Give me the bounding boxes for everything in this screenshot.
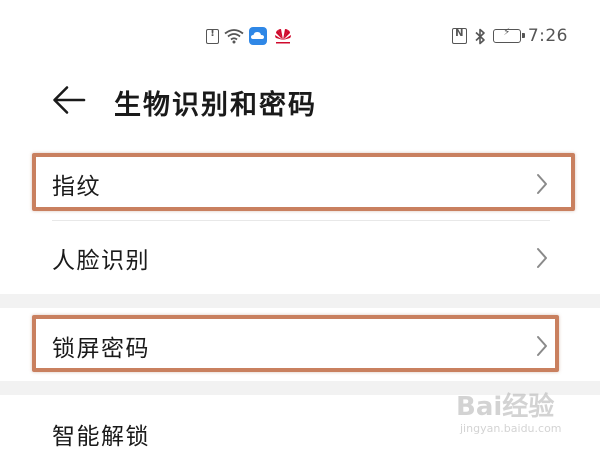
section-gap <box>0 294 600 308</box>
chevron-right-icon <box>537 248 547 268</box>
back-arrow-icon[interactable] <box>52 85 86 115</box>
status-bar: 7:26 <box>0 0 600 70</box>
status-bar-notifications <box>206 24 294 48</box>
status-time: 7:26 <box>527 26 568 46</box>
alert-icon <box>206 28 219 44</box>
highlight-box-fingerprint <box>32 153 575 211</box>
list-item-label: 智能解锁 <box>52 424 150 450</box>
list-item-label: 人脸识别 <box>52 248 150 274</box>
divider <box>52 220 550 221</box>
cloud-icon <box>249 27 267 45</box>
huawei-icon <box>275 29 291 44</box>
list-item-face-recognition[interactable]: 人脸识别 <box>0 222 600 294</box>
battery-icon <box>492 27 525 43</box>
list-item-smart-unlock[interactable]: 智能解锁 <box>0 398 600 470</box>
wifi-icon <box>224 29 244 44</box>
bluetooth-icon <box>475 28 485 44</box>
status-bar-system: 7:26 <box>451 24 568 48</box>
page-title: 生物识别和密码 <box>114 90 317 121</box>
page-header: 生物识别和密码 <box>0 70 600 132</box>
highlight-box-lock-screen-password <box>32 315 559 372</box>
section-gap <box>0 381 600 395</box>
nfc-icon <box>451 28 467 44</box>
